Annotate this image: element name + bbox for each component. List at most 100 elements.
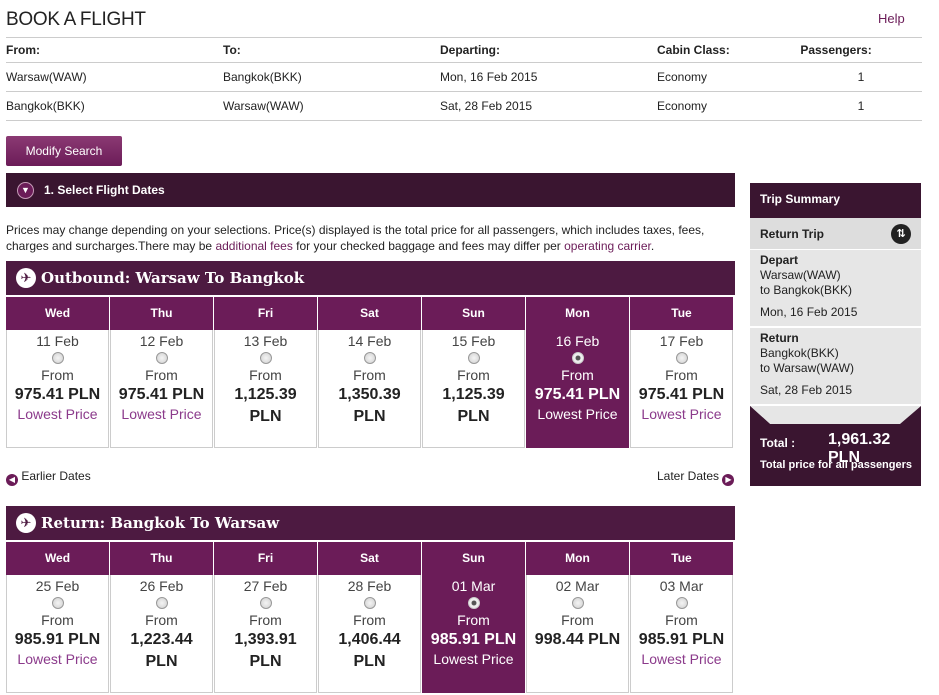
day-date: 28 Feb [347,578,392,594]
day-fare-cell[interactable]: 26 Feb From 1,223.44 PLN [110,575,213,693]
day-option-fri[interactable]: Fri 27 Feb From 1,393.91 PLN [214,542,317,693]
day-fare-cell[interactable]: 01 Mar From 985.91 PLN Lowest Price [422,575,525,693]
day-date: 11 Feb [36,333,79,349]
day-option-sun[interactable]: Sun 01 Mar From 985.91 PLN Lowest Price [422,542,525,693]
fare-price: 985.91 PLN [638,631,725,648]
day-option-fri[interactable]: Fri 13 Feb From 1,125.39 PLN [214,297,317,448]
search-summary-table: From: To: Departing: Cabin Class: Passen… [6,37,922,121]
fare-radio[interactable] [52,352,64,364]
notch-shape [750,406,921,424]
row-cabin: Economy [657,70,708,84]
from-label: From [145,612,178,628]
day-fare-cell[interactable]: 02 Mar From 998.44 PLN [526,575,629,693]
help-link[interactable]: Help [878,11,905,26]
day-fare-cell[interactable]: 14 Feb From 1,350.39 PLN [318,330,421,448]
from-label: From [249,367,282,383]
day-label: Thu [110,542,213,575]
day-fare-cell[interactable]: 13 Feb From 1,125.39 PLN [214,330,317,448]
day-fare-cell[interactable]: 03 Mar From 985.91 PLN Lowest Price [630,575,733,693]
from-label: From [665,367,698,383]
fare-radio[interactable] [156,597,168,609]
day-option-wed[interactable]: Wed 11 Feb From 975.41 PLN Lowest Price [6,297,109,448]
day-option-thu[interactable]: Thu 12 Feb From 975.41 PLN Lowest Price [110,297,213,448]
swap-icon[interactable]: ⇅ [891,224,911,244]
row-passengers: 1 [857,70,865,84]
day-option-thu[interactable]: Thu 26 Feb From 1,223.44 PLN [110,542,213,693]
earlier-dates-link[interactable]: ◀ Earlier Dates [6,469,91,486]
fare-price: 975.41 PLN [638,386,725,403]
later-dates-link[interactable]: Later Dates ▶ [657,469,735,486]
fare-radio[interactable] [260,597,272,609]
day-date: 27 Feb [243,578,288,594]
day-fare-cell[interactable]: 11 Feb From 975.41 PLN Lowest Price [6,330,109,448]
day-option-wed[interactable]: Wed 25 Feb From 985.91 PLN Lowest Price [6,542,109,693]
day-option-sun[interactable]: Sun 15 Feb From 1,125.39 PLN [422,297,525,448]
depart-from: Warsaw(WAW) [760,268,841,282]
chevron-down-icon[interactable]: ▼ [17,182,34,199]
fare-price: 1,125.39 PLN [234,386,297,425]
day-date: 01 Mar [451,578,496,594]
fare-radio[interactable] [572,597,584,609]
row-departing: Mon, 16 Feb 2015 [440,70,538,84]
day-fare-cell[interactable]: 12 Feb From 975.41 PLN Lowest Price [110,330,213,448]
trip-summary-title: Trip Summary [750,183,921,218]
fare-radio[interactable] [260,352,272,364]
lowest-price-label: Lowest Price [641,406,722,422]
arrow-right-icon: ▶ [722,474,735,486]
day-option-tue[interactable]: Tue 03 Mar From 985.91 PLN Lowest Price [630,542,733,693]
header-cabin: Cabin Class: [657,43,730,57]
fare-radio[interactable] [364,597,376,609]
from-label: From [665,612,698,628]
day-date: 02 Mar [555,578,600,594]
day-fare-cell[interactable]: 25 Feb From 985.91 PLN Lowest Price [6,575,109,693]
fare-price: 985.91 PLN [430,631,517,648]
fare-radio[interactable] [676,352,688,364]
notice-text: . [650,239,655,253]
day-fare-cell[interactable]: 28 Feb From 1,406.44 PLN [318,575,421,693]
fare-radio[interactable] [676,597,688,609]
modify-search-button[interactable]: Modify Search [6,136,122,166]
total-note: Total price for all passengers [760,459,913,471]
return-date: Sat, 28 Feb 2015 [760,383,853,397]
depart-label: Depart [760,253,799,267]
summary-row: Bangkok(BKK) Warsaw(WAW) Sat, 28 Feb 201… [6,92,922,121]
day-fare-cell[interactable]: 16 Feb From 975.41 PLN Lowest Price [526,330,629,448]
fare-radio[interactable] [156,352,168,364]
from-label: From [353,367,386,383]
fare-radio[interactable] [468,352,480,364]
lowest-price-label: Lowest Price [121,406,202,422]
day-date: 14 Feb [347,333,392,349]
header-passengers: Passengers: [800,43,872,57]
step-label: 1. Select Flight Dates [44,183,165,197]
fare-radio[interactable] [468,597,480,609]
header-departing: Departing: [440,43,500,57]
day-option-mon[interactable]: Mon 16 Feb From 975.41 PLN Lowest Price [526,297,629,448]
day-option-sat[interactable]: Sat 14 Feb From 1,350.39 PLN [318,297,421,448]
return-to: to Warsaw(WAW) [760,361,854,375]
day-option-tue[interactable]: Tue 17 Feb From 975.41 PLN Lowest Price [630,297,733,448]
row-cabin: Economy [657,99,708,113]
day-option-sat[interactable]: Sat 28 Feb From 1,406.44 PLN [318,542,421,693]
trip-return-leg: Return Bangkok(BKK) to Warsaw(WAW) Sat, … [750,328,921,406]
from-label: From [457,367,490,383]
step-select-dates-bar[interactable]: ▼ 1. Select Flight Dates [6,173,735,207]
arrow-left-icon: ◀ [6,474,18,486]
day-fare-cell[interactable]: 17 Feb From 975.41 PLN Lowest Price [630,330,733,448]
fare-price: 1,350.39 PLN [338,386,401,425]
fare-price: 1,393.91 PLN [234,631,297,670]
row-to: Warsaw(WAW) [223,99,304,113]
trip-depart-leg: Depart Warsaw(WAW) to Bangkok(BKK) Mon, … [750,250,921,328]
row-passengers: 1 [857,99,865,113]
fare-price: 975.41 PLN [534,386,621,403]
day-option-mon[interactable]: Mon 02 Mar From 998.44 PLN [526,542,629,693]
additional-fees-link[interactable]: additional fees [215,239,292,253]
fare-radio[interactable] [572,352,584,364]
fare-radio[interactable] [364,352,376,364]
day-date: 16 Feb [555,333,600,349]
day-fare-cell[interactable]: 15 Feb From 1,125.39 PLN [422,330,525,448]
fare-radio[interactable] [52,597,64,609]
day-fare-cell[interactable]: 27 Feb From 1,393.91 PLN [214,575,317,693]
operating-carrier-link[interactable]: operating carrier [564,239,651,253]
day-label: Fri [214,297,317,330]
lowest-price-label: Lowest Price [641,651,722,667]
